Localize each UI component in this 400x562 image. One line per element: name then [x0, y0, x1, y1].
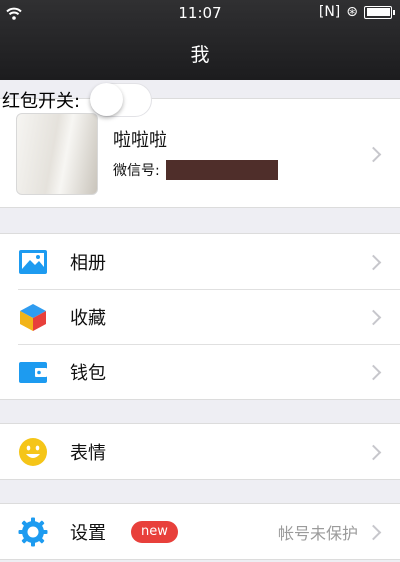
photo-album-icon: [19, 250, 47, 274]
menu-item-label: 收藏: [70, 307, 106, 329]
wallet-icon: [19, 362, 47, 383]
menu-group-1: 相册 收藏 钱包: [0, 233, 400, 400]
menu-item-stickers[interactable]: 表情: [0, 424, 400, 479]
menu-group-3: 设置 new 帐号未保护: [0, 503, 400, 560]
chevron-right-icon: [365, 364, 382, 381]
account-protection-hint: 帐号未保护: [277, 523, 358, 543]
menu-item-settings[interactable]: 设置 new 帐号未保护: [0, 504, 400, 559]
profile-nickname: 啦啦啦: [113, 130, 167, 151]
menu-item-favorites[interactable]: 收藏: [0, 289, 400, 344]
chevron-right-icon: [365, 309, 382, 326]
chevron-right-icon: [365, 254, 382, 271]
battery-icon: [364, 5, 395, 19]
settings-gear-icon: [18, 517, 48, 547]
favorites-cube-icon: [20, 304, 46, 331]
top-navigation-bar: 11:07 [N] ⊛ 我: [0, 0, 400, 80]
chevron-right-icon: [365, 524, 382, 541]
smiley-icon: [19, 438, 47, 466]
avatar[interactable]: [16, 113, 98, 195]
page-title: 我: [190, 44, 210, 66]
menu-group-2: 表情: [0, 423, 400, 480]
menu-item-label: 设置: [70, 522, 106, 544]
menu-item-label: 钱包: [70, 362, 106, 384]
status-bar: 11:07 [N] ⊛: [0, 0, 400, 26]
wechat-id: 微信号:: [113, 160, 278, 180]
chevron-right-icon: [365, 444, 382, 461]
wechat-id-label: 微信号:: [113, 163, 160, 179]
switch-knob[interactable]: [90, 83, 124, 116]
menu-item-album[interactable]: 相册: [0, 234, 400, 289]
menu-item-label: 相册: [70, 252, 106, 274]
rotation-lock-icon: ⊛: [346, 4, 358, 20]
wechat-id-redacted: [165, 160, 278, 180]
menu-item-label: 表情: [70, 442, 106, 464]
red-packet-toggle-row: 红包开关:: [2, 83, 153, 117]
menu-item-wallet[interactable]: 钱包: [0, 344, 400, 399]
red-packet-label: 红包开关:: [2, 91, 81, 112]
carrier-tag: [N]: [318, 4, 341, 20]
new-badge: new: [131, 521, 178, 543]
red-packet-switch[interactable]: [90, 83, 153, 117]
